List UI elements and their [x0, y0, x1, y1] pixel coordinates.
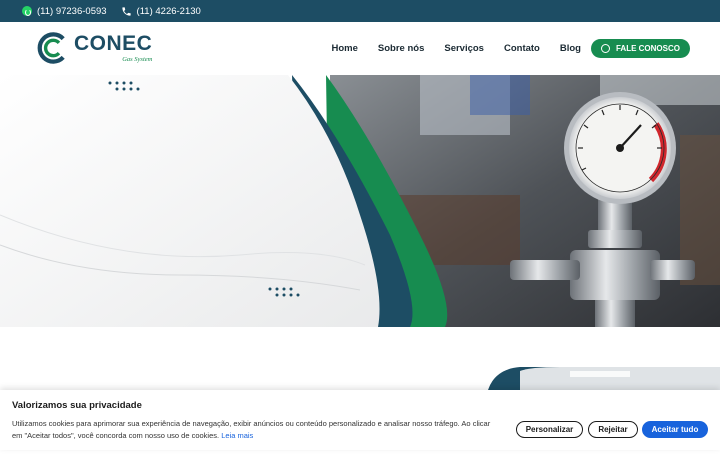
- phone-number[interactable]: (11) 4226-2130: [137, 6, 201, 17]
- logo-c-icon: [37, 32, 65, 64]
- brand-logo[interactable]: CONEC Gas System: [36, 31, 152, 65]
- top-contact-bar: (11) 97236-0593 (11) 4226-2130: [0, 0, 720, 22]
- nav-servicos[interactable]: Serviços: [444, 43, 484, 54]
- accept-all-button[interactable]: Aceitar tudo: [642, 421, 708, 438]
- cookie-banner: Valorizamos sua privacidade Utilizamos c…: [0, 390, 720, 450]
- hero-graphic: [0, 75, 720, 327]
- whatsapp-contact[interactable]: (11) 97236-0593: [22, 6, 107, 17]
- brand-name: CONEC: [74, 32, 153, 55]
- cta-label: FALE CONOSCO: [615, 44, 680, 53]
- nav-sobre-nos[interactable]: Sobre nós: [378, 43, 424, 54]
- fale-conosco-button[interactable]: FALE CONOSCO: [590, 39, 690, 58]
- phone-contact[interactable]: (11) 4226-2130: [121, 6, 201, 17]
- nav-contato[interactable]: Contato: [504, 43, 540, 54]
- whatsapp-icon: [600, 44, 610, 53]
- site-header: CONEC Gas System Home Sobre nós Serviços…: [0, 22, 720, 75]
- nav-blog[interactable]: Blog: [560, 43, 581, 54]
- phone-icon: [121, 6, 131, 16]
- hero-white-panel: [0, 75, 380, 327]
- reject-button[interactable]: Rejeitar: [588, 421, 638, 438]
- nav-home[interactable]: Home: [332, 43, 358, 54]
- cookie-read-more-link[interactable]: Leia mais: [221, 431, 253, 440]
- cookie-title: Valorizamos sua privacidade: [12, 400, 142, 411]
- customize-button[interactable]: Personalizar: [516, 421, 583, 438]
- hero-banner: [0, 75, 720, 327]
- main-nav: Home Sobre nós Serviços Contato Blog FAL…: [332, 22, 690, 75]
- cookie-text: Utilizamos cookies para aprimorar sua ex…: [12, 418, 502, 442]
- brand-tagline: Gas System: [122, 56, 153, 63]
- whatsapp-icon: [22, 6, 32, 16]
- whatsapp-number[interactable]: (11) 97236-0593: [37, 6, 107, 17]
